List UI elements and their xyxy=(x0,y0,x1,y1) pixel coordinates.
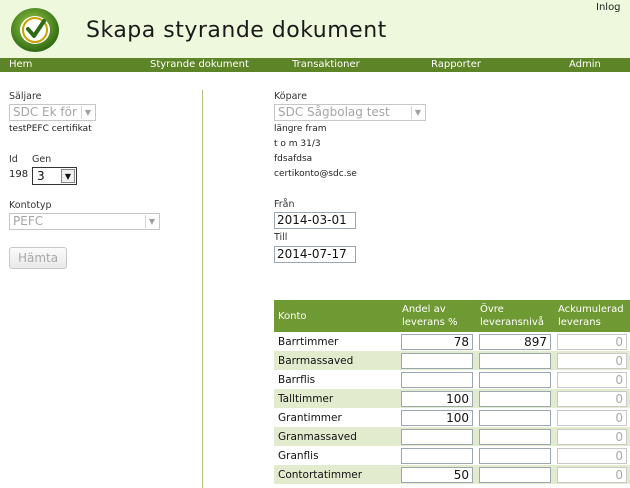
login-link[interactable]: Inlog xyxy=(596,2,621,13)
ackumulerad-value: 0 xyxy=(557,409,627,426)
seller-certificate: testPEFC certifikat xyxy=(9,124,92,134)
konto-name: Talltimmer xyxy=(274,389,398,408)
andel-input[interactable]: 100 xyxy=(401,390,473,407)
account-type-label: Kontotyp xyxy=(9,200,52,211)
ovre-input[interactable] xyxy=(479,428,551,445)
account-type-select-value: PEFC xyxy=(13,214,44,228)
chevron-down-icon: ▼ xyxy=(61,169,75,183)
ovre-input[interactable] xyxy=(479,390,551,407)
ackumulerad-value: 0 xyxy=(557,428,627,445)
chevron-down-icon: ▼ xyxy=(145,215,158,228)
table-row: Talltimmer 100 0 xyxy=(274,389,630,408)
table-row: Barrmassaved 0 xyxy=(274,351,630,370)
ackumulerad-value: 0 xyxy=(557,447,627,464)
account-table: Konto Andel av leverans % Övre leveransn… xyxy=(274,300,630,484)
seller-select[interactable]: SDC Ek för ▼ xyxy=(9,104,96,121)
column-header-konto: Konto xyxy=(274,300,398,332)
gen-select[interactable]: 3 ▼ xyxy=(32,167,77,185)
nav-item-rapporter[interactable]: Rapporter xyxy=(431,58,481,72)
column-header-ovre: Övre leveransnivå xyxy=(476,300,554,332)
ackumulerad-value: 0 xyxy=(557,371,627,388)
table-row: Granflis 0 xyxy=(274,446,630,465)
gen-label: Gen xyxy=(32,154,52,165)
konto-name: Barrtimmer xyxy=(274,332,398,351)
konto-name: Granmassaved xyxy=(274,427,398,446)
seller-label: Säljare xyxy=(9,91,42,102)
konto-name: Contortatimmer xyxy=(274,465,398,484)
table-row: Barrtimmer 78 897 0 xyxy=(274,332,630,351)
ackumulerad-value: 0 xyxy=(557,466,627,483)
konto-name: Grantimmer xyxy=(274,408,398,427)
table-row: Barrflis 0 xyxy=(274,370,630,389)
konto-name: Barrmassaved xyxy=(274,351,398,370)
seller-select-value: SDC Ek för xyxy=(13,105,77,119)
id-label: Id xyxy=(9,154,18,165)
andel-input[interactable] xyxy=(401,352,473,369)
ovre-input[interactable] xyxy=(479,352,551,369)
logo-icon xyxy=(11,8,59,52)
ackumulerad-value: 0 xyxy=(557,390,627,407)
buyer-info-line: fdsafdsa xyxy=(274,154,313,164)
buyer-email: certikonto@sdc.se xyxy=(274,169,357,179)
chevron-down-icon: ▼ xyxy=(81,106,94,119)
from-date-input[interactable]: 2014-03-01 xyxy=(274,212,356,229)
table-header-row: Konto Andel av leverans % Övre leveransn… xyxy=(274,300,630,332)
table-row: Granmassaved 0 xyxy=(274,427,630,446)
buyer-info-line: t o m 31/3 xyxy=(274,139,321,149)
column-header-ackumulerad: Ackumulerad leverans xyxy=(554,300,630,332)
andel-input[interactable] xyxy=(401,428,473,445)
ovre-input[interactable] xyxy=(479,466,551,483)
ovre-input[interactable] xyxy=(479,447,551,464)
ovre-input[interactable] xyxy=(479,409,551,426)
fetch-button[interactable]: Hämta xyxy=(9,247,67,269)
table-row: Grantimmer 100 0 xyxy=(274,408,630,427)
buyer-select-value: SDC Sågbolag test xyxy=(278,105,390,119)
id-value: 198 xyxy=(9,169,29,180)
andel-input[interactable] xyxy=(401,447,473,464)
nav-item-transaktioner[interactable]: Transaktioner xyxy=(292,58,360,72)
andel-input[interactable]: 50 xyxy=(401,466,473,483)
andel-input[interactable]: 100 xyxy=(401,409,473,426)
chevron-down-icon: ▼ xyxy=(411,106,424,119)
column-divider xyxy=(202,90,203,488)
nav-item-styrande-dokument[interactable]: Styrande dokument xyxy=(150,58,249,72)
ovre-input[interactable] xyxy=(479,371,551,388)
ovre-input[interactable]: 897 xyxy=(479,333,551,350)
nav-item-hem[interactable]: Hem xyxy=(9,58,32,72)
app-header: Skapa styrande dokument Inlog xyxy=(0,0,630,58)
konto-name: Granflis xyxy=(274,446,398,465)
buyer-select[interactable]: SDC Sågbolag test ▼ xyxy=(274,104,426,121)
to-date-label: Till xyxy=(274,232,288,243)
ackumulerad-value: 0 xyxy=(557,333,627,350)
from-date-label: Från xyxy=(274,199,295,210)
nav-item-admin[interactable]: Admin xyxy=(569,58,601,72)
andel-input[interactable]: 78 xyxy=(401,333,473,350)
andel-input[interactable] xyxy=(401,371,473,388)
ackumulerad-value: 0 xyxy=(557,352,627,369)
buyer-label: Köpare xyxy=(274,91,307,102)
account-type-select[interactable]: PEFC ▼ xyxy=(9,213,160,230)
table-row: Contortatimmer 50 0 xyxy=(274,465,630,484)
buyer-info-line: längre fram xyxy=(274,124,327,134)
column-header-andel: Andel av leverans % xyxy=(398,300,476,332)
to-date-input[interactable]: 2014-07-17 xyxy=(274,246,356,263)
konto-name: Barrflis xyxy=(274,370,398,389)
main-nav: Hem Styrande dokument Transaktioner Rapp… xyxy=(0,58,630,72)
page-title: Skapa styrande dokument xyxy=(86,18,387,43)
gen-select-value: 3 xyxy=(37,169,45,183)
